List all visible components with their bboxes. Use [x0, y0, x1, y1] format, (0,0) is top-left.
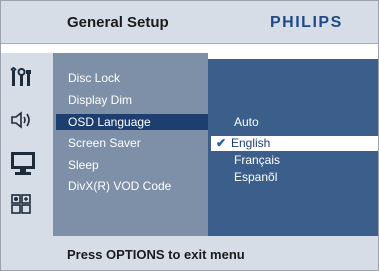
menu-item-divx-vod-code[interactable]: DivX(R) VOD Code — [68, 179, 171, 193]
header-bar: General Setup PHILIPS — [1, 1, 378, 43]
preferences-grid-icon[interactable] — [10, 193, 32, 220]
category-sidebar — [1, 53, 53, 236]
option-english-label: English — [231, 136, 271, 150]
menu-item-osd-language[interactable]: OSD Language — [56, 114, 213, 130]
menu-item-sleep[interactable]: Sleep — [68, 158, 99, 172]
monitor-video-icon[interactable] — [10, 150, 36, 181]
menu-item-disc-lock[interactable]: Disc Lock — [68, 71, 120, 85]
page-title: General Setup — [67, 14, 169, 31]
footer-bar: Press OPTIONS to exit menu — [1, 236, 378, 270]
option-francais[interactable]: Français — [234, 153, 280, 167]
header-divider — [1, 43, 378, 44]
setup-menu-list: Disc Lock Display Dim OSD Language Scree… — [53, 53, 213, 236]
option-auto[interactable]: Auto — [234, 115, 259, 129]
setup-tools-icon[interactable] — [10, 66, 32, 94]
speaker-audio-icon[interactable] — [10, 109, 34, 136]
option-english[interactable]: ✔ English — [211, 136, 378, 151]
setup-window: General Setup PHILIPS Disc Lock Display … — [0, 0, 379, 271]
menu-item-screen-saver[interactable]: Screen Saver — [68, 136, 141, 150]
option-espanol[interactable]: Espanõl — [234, 170, 277, 184]
exit-hint: Press OPTIONS to exit menu — [67, 247, 245, 262]
menu-item-display-dim[interactable]: Display Dim — [68, 93, 132, 107]
language-options-panel: Auto ✔ English Français Espanõl — [208, 59, 378, 236]
brand-logo: PHILIPS — [270, 14, 343, 31]
checkmark-icon: ✔ — [215, 136, 227, 150]
